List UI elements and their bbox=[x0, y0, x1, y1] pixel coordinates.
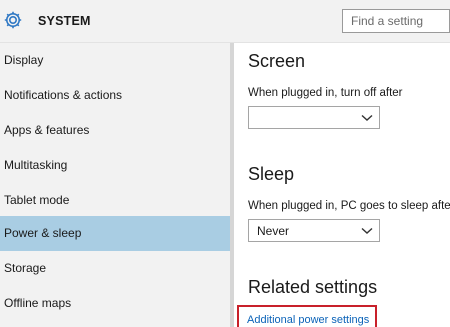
sidebar-item-tablet-mode[interactable]: Tablet mode bbox=[0, 183, 230, 218]
sleep-section-title: Sleep bbox=[248, 164, 295, 184]
related-settings-title: Related settings bbox=[248, 277, 378, 297]
screen-timeout-label: When plugged in, turn off after bbox=[248, 87, 403, 99]
sidebar-item-apps-features[interactable]: Apps & features bbox=[0, 113, 230, 148]
additional-power-settings-link[interactable]: Additional power settings bbox=[247, 314, 369, 326]
sidebar-item-offline-maps[interactable]: Offline maps bbox=[0, 286, 230, 321]
settings-window: SYSTEM Display Notifications & actions A… bbox=[0, 0, 450, 327]
app-title: SYSTEM bbox=[38, 14, 91, 28]
sidebar-item-multitasking[interactable]: Multitasking bbox=[0, 148, 230, 183]
sidebar-item-storage[interactable]: Storage bbox=[0, 251, 230, 286]
sleep-timeout-label: When plugged in, PC goes to sleep after bbox=[248, 200, 450, 212]
screen-timeout-dropdown[interactable] bbox=[248, 106, 380, 129]
sidebar-item-notifications-actions[interactable]: Notifications & actions bbox=[0, 78, 230, 113]
search-box[interactable] bbox=[342, 9, 450, 33]
gear-icon bbox=[4, 11, 22, 29]
sidebar-item-display[interactable]: Display bbox=[0, 43, 230, 78]
sidebar: Display Notifications & actions Apps & f… bbox=[0, 43, 230, 327]
chevron-down-icon bbox=[361, 114, 373, 121]
header: SYSTEM bbox=[0, 0, 450, 43]
sleep-timeout-dropdown[interactable]: Never bbox=[248, 219, 380, 242]
screen-section-title: Screen bbox=[248, 51, 306, 71]
main-content: Screen When plugged in, turn off after S… bbox=[234, 43, 450, 327]
search-input[interactable] bbox=[343, 10, 449, 32]
sleep-timeout-value: Never bbox=[257, 224, 290, 238]
chevron-down-icon bbox=[361, 227, 373, 234]
sidebar-item-power-sleep[interactable]: Power & sleep bbox=[0, 216, 230, 251]
